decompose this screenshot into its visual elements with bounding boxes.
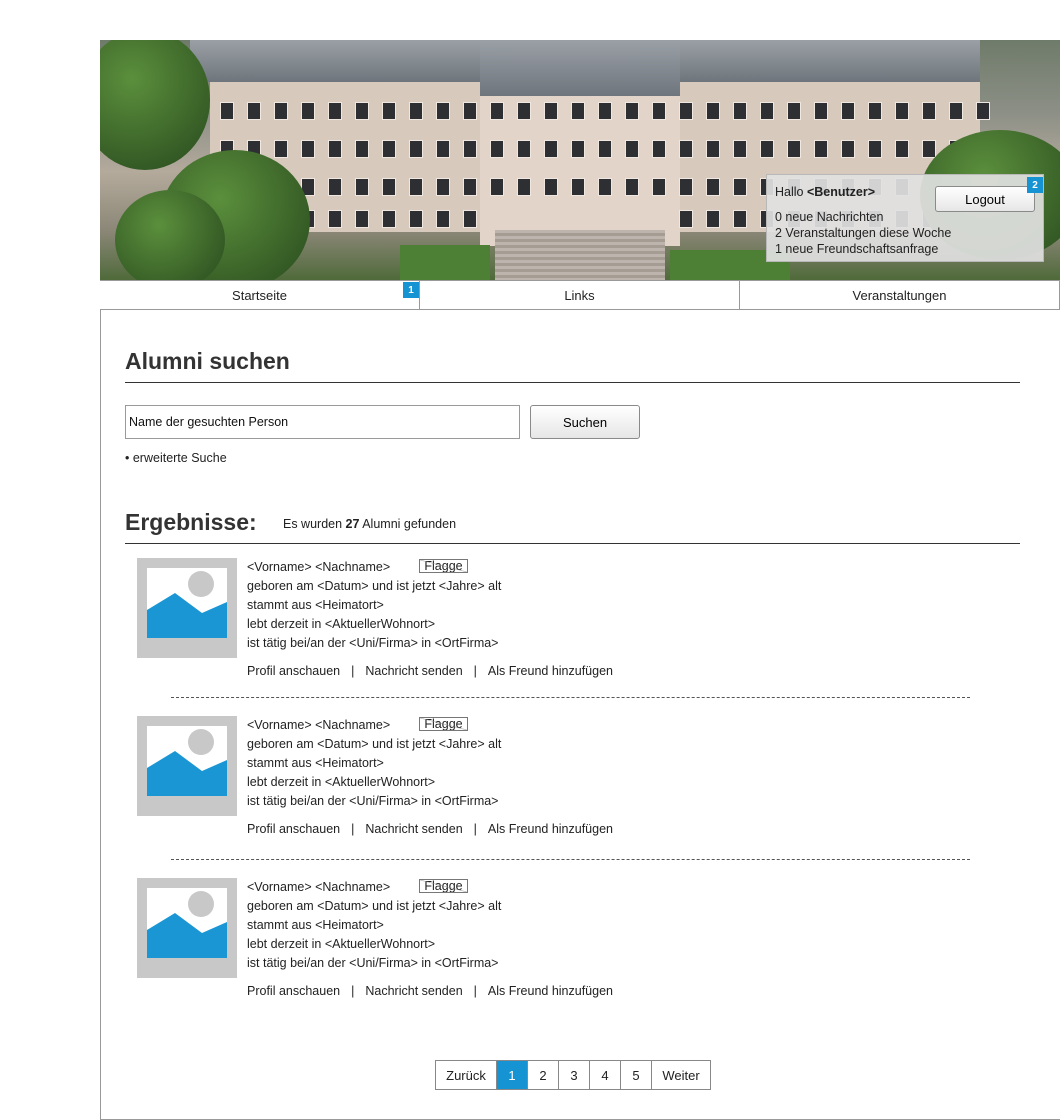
add-friend-link[interactable]: Als Freund hinzufügen: [488, 664, 613, 678]
result-divider: [171, 859, 970, 860]
result-info: <Vorname> <Nachname> Flagge geboren am <Da…: [247, 558, 501, 653]
result-work: ist tätig bei/an der <Uni/Firma> in <Ort…: [247, 636, 499, 650]
events-this-week-text[interactable]: 2 Veranstaltungen diese Woche: [775, 226, 951, 240]
pagination-next-button[interactable]: Weiter: [652, 1061, 710, 1089]
result-info: <Vorname> <Nachname> Flagge geboren am <Da…: [247, 878, 501, 973]
add-friend-link[interactable]: Als Freund hinzufügen: [488, 822, 613, 836]
view-profile-link[interactable]: Profil anschauen: [247, 822, 340, 836]
title-divider: [125, 382, 1020, 383]
result-name: <Vorname> <Nachname>: [247, 560, 391, 574]
search-input[interactable]: [125, 405, 520, 439]
result-origin: stammt aus <Heimatort>: [247, 756, 384, 770]
result-divider: [171, 697, 970, 698]
logout-badge: 2: [1027, 177, 1043, 193]
tab-veranstaltungen[interactable]: Veranstaltungen: [740, 281, 1060, 309]
user-status-box: Hallo <Benutzer> 0 neue Nachrichten 2 Ve…: [766, 174, 1044, 262]
result-residence: lebt derzeit in <AktuellerWohnort>: [247, 775, 436, 789]
result-origin: stammt aus <Heimatort>: [247, 918, 384, 932]
pagination-prev-button[interactable]: Zurück: [436, 1061, 497, 1089]
pagination-page-3[interactable]: 3: [559, 1061, 590, 1089]
result-actions: Profil anschauen | Nachricht senden | Als Fr…: [247, 984, 613, 998]
flag-icon: Flagge: [419, 717, 468, 731]
main-nav: Startseite Links Veranstaltungen: [100, 280, 1060, 310]
result-work: ist tätig bei/an der <Uni/Firma> in <Ort…: [247, 794, 499, 808]
result-info: <Vorname> <Nachname> Flagge geboren am <Da…: [247, 716, 501, 811]
user-name: <Benutzer>: [806, 185, 876, 199]
page-title: Alumni suchen: [125, 348, 290, 374]
result-residence: lebt derzeit in <AktuellerWohnort>: [247, 937, 436, 951]
new-messages-text[interactable]: 0 neue Nachrichten: [775, 210, 883, 224]
flag-icon: Flagge: [419, 559, 468, 573]
tab-links[interactable]: Links: [420, 281, 740, 309]
profile-image-placeholder[interactable]: [137, 558, 237, 658]
send-message-link[interactable]: Nachricht senden: [365, 664, 462, 678]
results-count-text: Es wurden 27 Alumni gefunden: [283, 517, 457, 531]
pagination: Zurück 1 2 3 4 5 Weiter: [435, 1060, 711, 1090]
pagination-page-4[interactable]: 4: [590, 1061, 621, 1089]
result-birth-info: geboren am <Datum> und ist jetzt <Jahre>…: [247, 737, 502, 751]
action-separator: |: [351, 664, 355, 678]
results-heading: Ergebnisse:: [125, 509, 257, 535]
action-separator: |: [473, 664, 477, 678]
result-actions: Profil anschauen | Nachricht senden | Als Fr…: [247, 822, 613, 836]
profile-image-placeholder[interactable]: [137, 716, 237, 816]
search-button[interactable]: Suchen: [530, 405, 640, 439]
result-work: ist tätig bei/an der <Uni/Firma> in <Ort…: [247, 956, 499, 970]
logout-button[interactable]: Logout: [935, 186, 1035, 212]
result-birth-info: geboren am <Datum> und ist jetzt <Jahre>…: [247, 899, 502, 913]
image-placeholder-icon: [137, 878, 237, 978]
profile-image-placeholder[interactable]: [137, 878, 237, 978]
tab-label: Links: [564, 287, 595, 303]
result-card: <Vorname> <Nachname> Flagge geboren am <Da…: [125, 878, 1020, 1018]
tab-label: Veranstaltungen: [852, 287, 947, 303]
action-separator: |: [351, 822, 355, 836]
pagination-page-5[interactable]: 5: [621, 1061, 652, 1089]
friend-requests-text[interactable]: 1 neue Freundschaftsanfrage: [775, 242, 938, 256]
result-residence: lebt derzeit in <AktuellerWohnort>: [247, 617, 436, 631]
advanced-search-link[interactable]: • erweiterte Suche: [125, 451, 227, 465]
image-placeholder-icon: [137, 716, 237, 816]
result-origin: stammt aus <Heimatort>: [247, 598, 384, 612]
result-actions: Profil anschauen | Nachricht senden | Als Fr…: [247, 664, 613, 678]
tab-label: Startseite: [232, 287, 287, 303]
user-greeting: Hallo <Benutzer>: [775, 185, 876, 199]
results-count: 27: [345, 517, 360, 531]
result-card: <Vorname> <Nachname> Flagge geboren am <Da…: [125, 558, 1020, 698]
send-message-link[interactable]: Nachricht senden: [365, 984, 462, 998]
action-separator: |: [351, 984, 355, 998]
result-birth-info: geboren am <Datum> und ist jetzt <Jahre>…: [247, 579, 502, 593]
send-message-link[interactable]: Nachricht senden: [365, 822, 462, 836]
pagination-page-1[interactable]: 1: [497, 1061, 528, 1089]
action-separator: |: [473, 984, 477, 998]
action-separator: |: [473, 822, 477, 836]
view-profile-link[interactable]: Profil anschauen: [247, 984, 340, 998]
results-divider: [125, 543, 1020, 544]
image-placeholder-icon: [137, 558, 237, 658]
flag-icon: Flagge: [419, 879, 468, 893]
tab-startseite-badge: 1: [403, 282, 419, 298]
pagination-page-2[interactable]: 2: [528, 1061, 559, 1089]
result-name: <Vorname> <Nachname>: [247, 718, 391, 732]
view-profile-link[interactable]: Profil anschauen: [247, 664, 340, 678]
add-friend-link[interactable]: Als Freund hinzufügen: [488, 984, 613, 998]
tab-startseite[interactable]: Startseite: [100, 281, 420, 309]
result-name: <Vorname> <Nachname>: [247, 880, 391, 894]
result-card: <Vorname> <Nachname> Flagge geboren am <Da…: [125, 716, 1020, 856]
